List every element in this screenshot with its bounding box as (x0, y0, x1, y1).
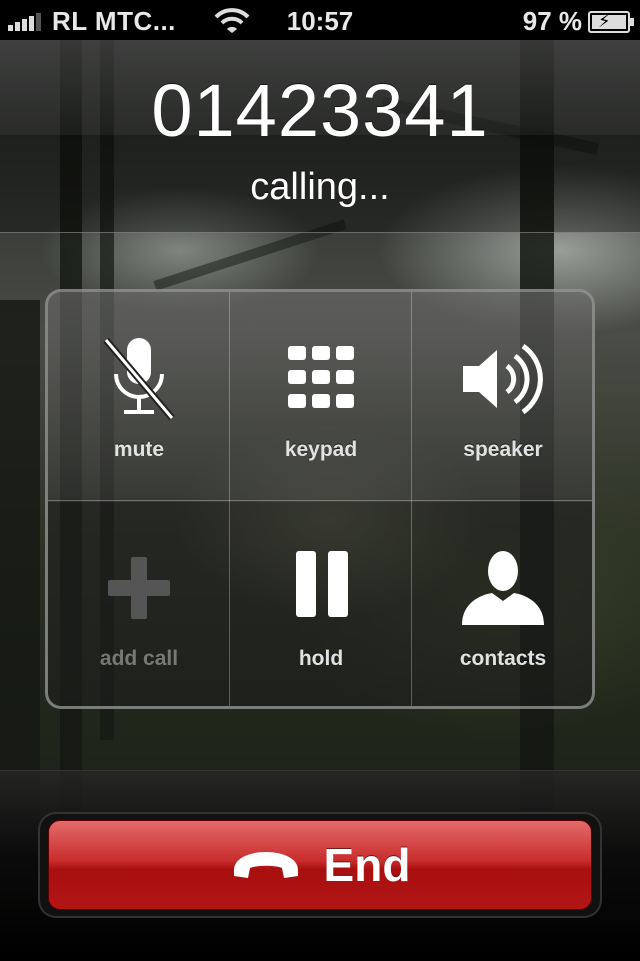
person-silhouette-icon (462, 551, 544, 625)
keypad-button[interactable]: keypad (230, 292, 412, 500)
end-call-button[interactable]: End (48, 820, 592, 910)
end-button-frame: End (40, 814, 600, 916)
speaker-button[interactable]: speaker (412, 292, 592, 500)
microphone-muted-icon (103, 337, 175, 421)
battery-charging-icon: ⚡ (588, 11, 634, 33)
status-bar: RL MTC... 10:57 97 % ⚡ (0, 0, 640, 40)
battery-percent: 97 % (522, 6, 582, 36)
contacts-button[interactable]: contacts (412, 501, 592, 706)
mute-label: mute (113, 438, 165, 461)
hold-label: hold (298, 647, 344, 670)
add-call-label: add call (99, 647, 179, 670)
pause-icon (296, 551, 348, 617)
keypad-grid-icon (288, 346, 354, 408)
contacts-label: contacts (459, 647, 547, 670)
call-status: calling... (250, 166, 390, 208)
hold-button[interactable]: hold (230, 501, 412, 706)
mute-button[interactable]: mute (48, 292, 230, 500)
call-controls-grid: mute keypad speaker add call hold contac… (45, 289, 595, 709)
plus-icon (108, 557, 170, 619)
hang-up-phone-icon (233, 852, 298, 878)
add-call-button[interactable]: add call (48, 501, 230, 706)
keypad-label: keypad (284, 438, 358, 461)
speaker-label: speaker (463, 438, 543, 461)
speaker-icon (463, 343, 543, 415)
dialed-number: 01423341 (151, 69, 489, 152)
end-call-label: End (323, 839, 411, 891)
